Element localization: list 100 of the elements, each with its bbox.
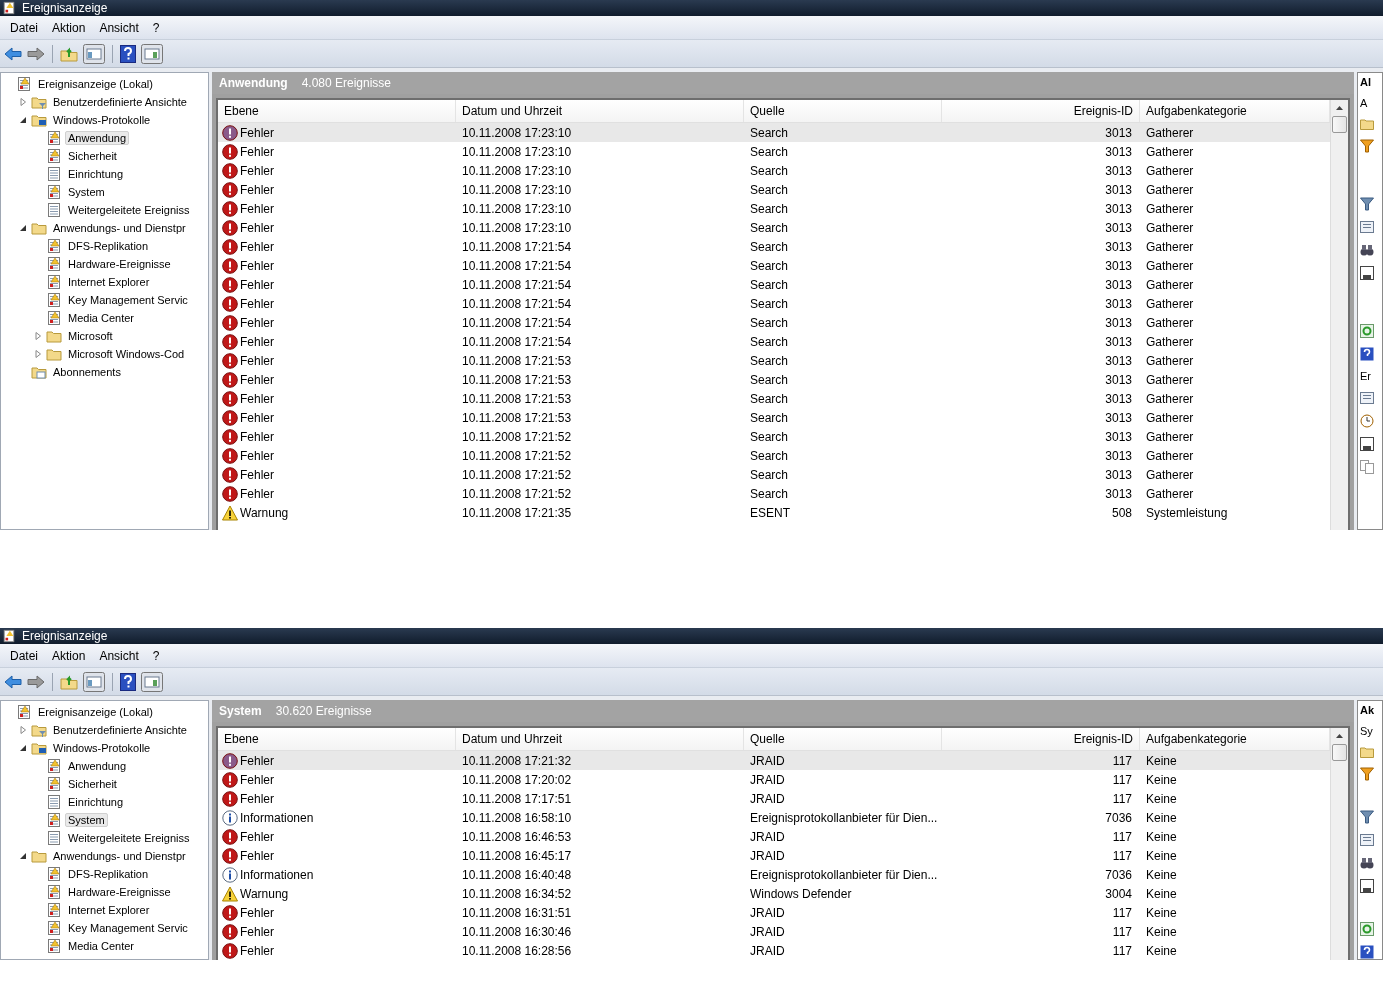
tree-item[interactable]: Microsoft <box>65 329 116 343</box>
tree-item[interactable]: Weitergeleitete Ereigniss <box>65 831 193 845</box>
menu-item[interactable]: Datei <box>4 20 46 35</box>
tree-item[interactable]: Sicherheit <box>65 777 120 791</box>
event-row[interactable]: Fehler 10.11.2008 17:21:54 Search 3013 Gatherer <box>218 294 1330 313</box>
event-row[interactable]: Fehler 10.11.2008 17:17:51 JRAID 117 Keine <box>218 789 1330 808</box>
table-cell-text: Search <box>749 276 790 294</box>
tree-item[interactable]: Anwendungs- und Dienstpr <box>50 849 189 863</box>
event-row[interactable]: Fehler 10.11.2008 16:31:51 JRAID 117 Keine <box>218 903 1330 922</box>
tree-item[interactable]: Media Center <box>65 311 138 325</box>
menu-item[interactable]: Aktion <box>46 20 94 35</box>
tree-item[interactable]: Einrichtung <box>65 795 127 809</box>
tree-item[interactable]: Anwendung <box>65 131 130 145</box>
column-header[interactable]: Quelle <box>744 100 942 122</box>
table-cell-text: 10.11.2008 17:21:54 <box>461 257 573 275</box>
tree-item[interactable]: Weitergeleitete Ereigniss <box>65 203 193 217</box>
column-header[interactable]: Ebene <box>218 100 456 122</box>
menu-item[interactable]: Aktion <box>46 648 94 663</box>
tree-item[interactable]: System <box>65 813 108 827</box>
tree-item[interactable]: Sicherheit <box>65 149 120 163</box>
tree-item[interactable]: Ereignisanzeige (Lokal) <box>35 77 156 91</box>
action-group-title[interactable]: Sy <box>1360 725 1373 737</box>
table-cell-text: Ereignisprotokollanbieter für Dien... <box>749 809 939 827</box>
column-header[interactable]: Quelle <box>744 728 942 750</box>
menu-item[interactable]: Ansicht <box>93 20 147 35</box>
tree-item[interactable]: Abonnements <box>50 365 124 379</box>
table-cell-text: Keine <box>1145 828 1178 846</box>
tree-item[interactable]: Internet Explorer <box>65 275 153 289</box>
table-cell-text: Gatherer <box>1145 466 1195 484</box>
table-cell-text: 3013 <box>1104 200 1133 218</box>
table-cell-text: Gatherer <box>1145 143 1195 161</box>
tree-item[interactable]: Media Center <box>65 939 138 953</box>
table-cell-text: 3013 <box>1104 276 1133 294</box>
event-row[interactable]: Fehler 10.11.2008 17:23:10 Search 3013 Gatherer <box>218 180 1330 199</box>
event-row[interactable]: Fehler 10.11.2008 17:23:10 Search 3013 Gatherer <box>218 218 1330 237</box>
event-row[interactable]: Fehler 10.11.2008 17:21:54 Search 3013 Gatherer <box>218 256 1330 275</box>
event-row[interactable]: Fehler 10.11.2008 17:21:53 Search 3013 Gatherer <box>218 408 1330 427</box>
table-cell-text: Gatherer <box>1145 219 1195 237</box>
tree-item[interactable]: DFS-Replikation <box>65 867 152 881</box>
tree-item[interactable]: Einrichtung <box>65 167 127 181</box>
tree-item[interactable]: System <box>65 185 108 199</box>
column-header[interactable]: Ebene <box>218 728 456 750</box>
event-row[interactable]: Fehler 10.11.2008 17:21:54 Search 3013 Gatherer <box>218 332 1330 351</box>
event-row[interactable]: Fehler 10.11.2008 17:21:54 Search 3013 Gatherer <box>218 275 1330 294</box>
tree-item[interactable]: Microsoft Windows-Cod <box>65 347 188 361</box>
menu-item[interactable]: ? <box>146 20 168 35</box>
tree-item[interactable]: Anwendungs- und Dienstpr <box>50 221 189 235</box>
event-row[interactable]: Fehler 10.11.2008 17:23:10 Search 3013 Gatherer <box>218 199 1330 218</box>
event-row[interactable]: Fehler 10.11.2008 17:21:54 Search 3013 Gatherer <box>218 313 1330 332</box>
event-row[interactable]: Warnung 10.11.2008 16:34:52 Windows Defender 3004 Keine <box>218 884 1330 903</box>
event-row[interactable]: Fehler 10.11.2008 17:20:02 JRAID 117 Keine <box>218 770 1330 789</box>
event-row[interactable]: Fehler 10.11.2008 17:23:10 Search 3013 Gatherer <box>218 123 1330 142</box>
menu-item[interactable]: ? <box>146 648 168 663</box>
event-row[interactable]: Fehler 10.11.2008 17:21:52 Search 3013 Gatherer <box>218 427 1330 446</box>
event-row[interactable]: Fehler 10.11.2008 17:23:10 Search 3013 Gatherer <box>218 142 1330 161</box>
column-header[interactable]: Ereignis-ID <box>942 100 1140 122</box>
table-cell: Fehler <box>240 163 274 178</box>
action-group-title[interactable]: A <box>1360 97 1368 109</box>
event-row[interactable]: Fehler 10.11.2008 17:21:54 Search 3013 Gatherer <box>218 237 1330 256</box>
tree-item[interactable]: Benutzerdefinierte Ansichte <box>50 95 190 109</box>
tree-item[interactable]: Hardware-Ereignisse <box>65 257 174 271</box>
event-row[interactable]: Fehler 10.11.2008 17:21:52 Search 3013 Gatherer <box>218 484 1330 503</box>
tree-item[interactable]: Ereignisanzeige (Lokal) <box>35 705 156 719</box>
tree-item[interactable]: Windows-Protokolle <box>50 113 154 127</box>
event-row[interactable]: Fehler 10.11.2008 17:21:53 Search 3013 Gatherer <box>218 389 1330 408</box>
table-cell: Fehler <box>240 372 274 387</box>
event-row[interactable]: Fehler 10.11.2008 17:21:52 Search 3013 Gatherer <box>218 446 1330 465</box>
actions-header: Al <box>1360 75 1371 88</box>
action-group-title[interactable]: Er <box>1360 370 1371 382</box>
table-cell-text: Systemleistung <box>1145 504 1229 522</box>
table-cell-text: 10.11.2008 16:45:17 <box>461 847 573 865</box>
table-cell-text: 3013 <box>1104 162 1133 180</box>
event-row[interactable]: Fehler 10.11.2008 17:21:53 Search 3013 Gatherer <box>218 351 1330 370</box>
table-cell-text: 10.11.2008 17:21:54 <box>461 238 573 256</box>
event-row[interactable]: Fehler 10.11.2008 16:28:56 JRAID 117 Keine <box>218 941 1330 960</box>
tree-item[interactable]: Benutzerdefinierte Ansichte <box>50 723 190 737</box>
menu-item[interactable]: Datei <box>4 648 46 663</box>
event-row[interactable]: Fehler 10.11.2008 17:23:10 Search 3013 Gatherer <box>218 161 1330 180</box>
event-row[interactable]: Informationen 10.11.2008 16:40:48 Ereignisprotokollanbieter für Dien... 7036 Keine <box>218 865 1330 884</box>
column-header[interactable]: Datum und Uhrzeit <box>456 728 744 750</box>
event-row[interactable]: Fehler 10.11.2008 16:45:17 JRAID 117 Keine <box>218 846 1330 865</box>
event-row[interactable]: Fehler 10.11.2008 16:46:53 JRAID 117 Keine <box>218 827 1330 846</box>
table-cell-text: 3013 <box>1104 428 1133 446</box>
column-header[interactable]: Ereignis-ID <box>942 728 1140 750</box>
event-row[interactable]: Fehler 10.11.2008 17:21:53 Search 3013 Gatherer <box>218 370 1330 389</box>
tree-item[interactable]: Internet Explorer <box>65 903 153 917</box>
tree-item[interactable]: Windows-Protokolle <box>50 741 154 755</box>
tree-item[interactable]: DFS-Replikation <box>65 239 152 253</box>
tree-item[interactable]: Key Management Servic <box>65 921 191 935</box>
tree-item[interactable]: Anwendung <box>65 759 130 773</box>
event-row[interactable]: Fehler 10.11.2008 17:21:52 Search 3013 Gatherer <box>218 465 1330 484</box>
event-row[interactable]: Informationen 10.11.2008 16:58:10 Ereignisprotokollanbieter für Dien... 7036 Keine <box>218 808 1330 827</box>
event-row[interactable]: Fehler 10.11.2008 17:21:32 JRAID 117 Keine <box>218 751 1330 770</box>
table-cell: Fehler <box>240 277 274 292</box>
event-row[interactable]: Warnung 10.11.2008 17:21:35 ESENT 508 Systemleistung <box>218 503 1330 522</box>
event-row[interactable]: Fehler 10.11.2008 16:30:46 JRAID 117 Keine <box>218 922 1330 941</box>
column-header[interactable]: Datum und Uhrzeit <box>456 100 744 122</box>
tree-item[interactable]: Key Management Servic <box>65 293 191 307</box>
tree-item[interactable]: Hardware-Ereignisse <box>65 885 174 899</box>
menu-item[interactable]: Ansicht <box>93 648 147 663</box>
